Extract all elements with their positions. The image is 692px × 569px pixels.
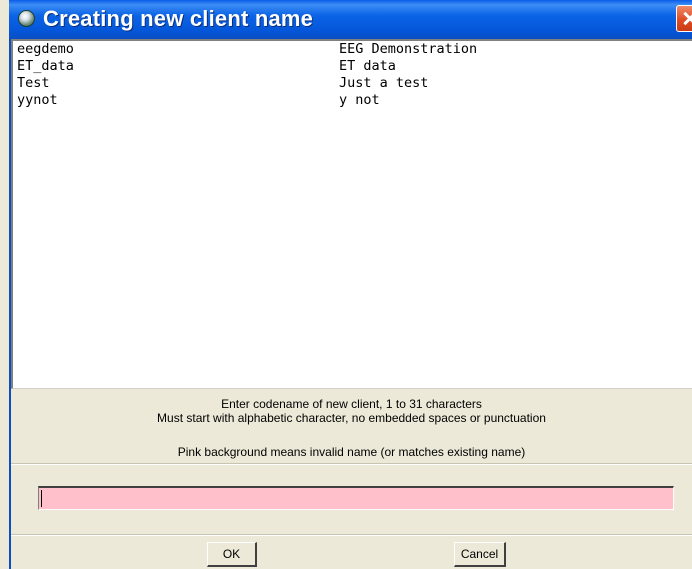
client-codename-input[interactable] (38, 486, 674, 510)
client-name: ET_data (17, 58, 74, 74)
list-item[interactable]: Test Just a test (13, 75, 692, 92)
instruction-format: Must start with alphabetic character, no… (157, 411, 546, 425)
title-bar[interactable]: Creating new client name (9, 0, 692, 39)
text-caret (41, 490, 42, 507)
list-item[interactable]: eegdemo EEG Demonstration (13, 41, 692, 58)
window-title: Creating new client name (43, 6, 314, 31)
client-description: y not (339, 92, 380, 108)
ok-button[interactable]: OK (207, 542, 257, 567)
client-name: eegdemo (17, 41, 74, 57)
close-icon[interactable] (676, 5, 692, 32)
list-item[interactable]: yynot y not (13, 92, 692, 109)
instruction-pink-meaning: Pink background means invalid name (or m… (177, 445, 526, 459)
dialog-window: Creating new client name eegdemo EEG Dem… (0, 0, 692, 569)
divider (11, 464, 692, 465)
divider (11, 535, 692, 536)
client-description: ET data (339, 58, 396, 74)
client-name: yynot (17, 92, 58, 108)
client-name: Test (17, 75, 50, 91)
client-description: EEG Demonstration (339, 41, 478, 57)
client-list[interactable]: eegdemo EEG Demonstration ET_data ET dat… (11, 39, 692, 389)
instruction-length: Enter codename of new client, 1 to 31 ch… (221, 397, 482, 411)
cancel-button[interactable]: Cancel (454, 542, 506, 567)
client-description: Just a test (339, 75, 429, 91)
app-icon (18, 10, 35, 27)
list-item[interactable]: ET_data ET data (13, 58, 692, 75)
